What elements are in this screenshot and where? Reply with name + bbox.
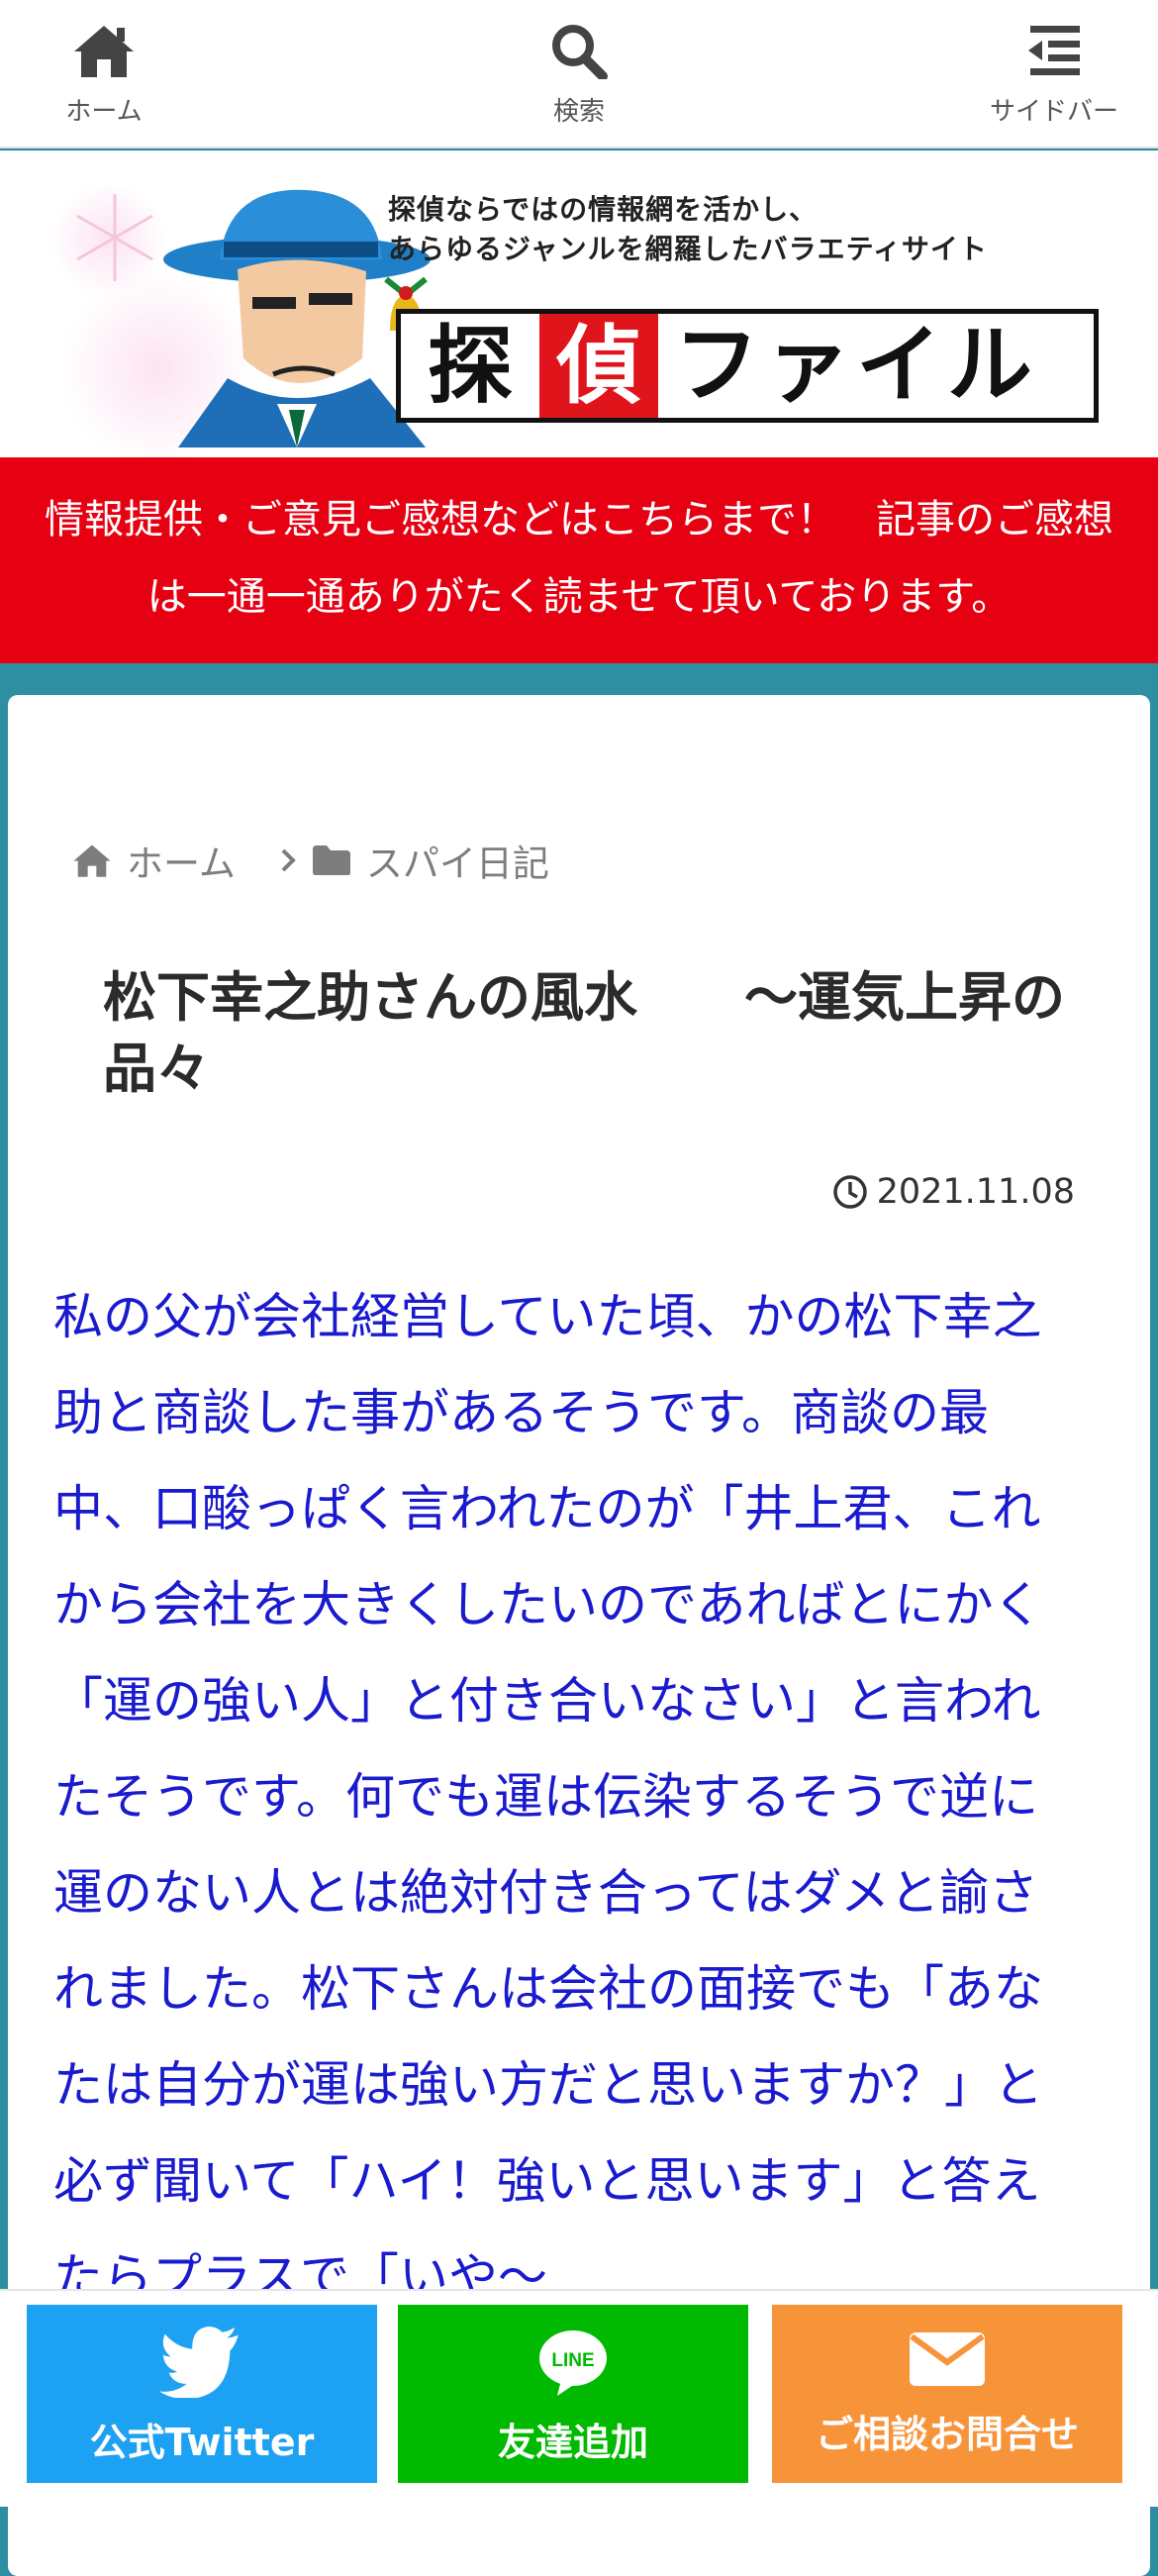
chevron-right-icon bbox=[281, 848, 296, 872]
top-navigation: ホーム 検索 サイドバー bbox=[0, 0, 1158, 149]
nav-search-button[interactable]: 検索 bbox=[515, 0, 643, 149]
line-icon-text: LINE bbox=[551, 2350, 594, 2371]
snowflake-icon bbox=[76, 194, 153, 281]
site-logo[interactable]: 探 偵 ファイル bbox=[396, 309, 1099, 423]
breadcrumb-home-link[interactable]: ホーム bbox=[127, 834, 236, 887]
article-title: 松下幸之助さんの風水 ～運気上昇の品々 bbox=[103, 966, 1065, 1100]
nav-home-button[interactable]: ホーム bbox=[40, 0, 168, 149]
line-icon: LINE bbox=[539, 2330, 607, 2396]
twitter-bird-icon bbox=[159, 2327, 239, 2398]
site-tagline-line1: 探偵ならではの情報網を活かし、 bbox=[388, 193, 819, 226]
nav-sidebar-label: サイドバー bbox=[989, 97, 1118, 127]
search-icon bbox=[552, 25, 608, 79]
nav-home-label: ホーム bbox=[65, 97, 143, 127]
site-header-banner[interactable]: 探偵ならではの情報網を活かし、 あらゆるジャンルを網羅したバラエティサイト 探 … bbox=[0, 150, 1158, 467]
clock-icon bbox=[832, 1175, 867, 1209]
article-body-paragraph: 私の父が会社経営していた頃、かの松下幸之助と商談した事があるそうです。商談の最中… bbox=[53, 1288, 1043, 2306]
notice-text: 情報提供・ご意見ご感想などはこちらまで！ 記事のご感想は一通一通ありがたく読ませ… bbox=[45, 497, 1113, 620]
bottom-cta-bar: 公式Twitter LINE 友達追加 ご相談お問合せ bbox=[0, 2289, 1158, 2507]
publish-date-text: 2021.11.08 bbox=[876, 1172, 1075, 1212]
home-icon bbox=[74, 26, 134, 77]
nav-sidebar-button[interactable]: サイドバー bbox=[970, 0, 1138, 149]
logo-char-tan: 探 bbox=[428, 316, 513, 416]
contact-notice-banner[interactable]: 情報提供・ご意見ご感想などはこちらまで！ 記事のご感想は一通一通ありがたく読ませ… bbox=[0, 457, 1158, 663]
logo-text-file: ファイル bbox=[674, 316, 1038, 415]
line-button-label: 友達追加 bbox=[497, 2421, 648, 2464]
breadcrumb-category-link[interactable]: スパイ日記 bbox=[366, 834, 549, 887]
contact-button[interactable]: ご相談お問合せ bbox=[772, 2305, 1122, 2483]
breadcrumb: ホーム スパイ日記 bbox=[71, 834, 549, 887]
publish-date: 2021.11.08 bbox=[831, 1172, 1075, 1212]
logo-char-tei: 偵 bbox=[539, 314, 658, 418]
home-icon bbox=[73, 844, 111, 877]
envelope-icon bbox=[910, 2332, 985, 2386]
folder-icon bbox=[312, 845, 350, 875]
sidebar-menu-icon bbox=[1028, 26, 1080, 75]
nav-search-label: 検索 bbox=[552, 97, 605, 127]
twitter-follow-button[interactable]: 公式Twitter bbox=[27, 2305, 377, 2483]
contact-button-label: ご相談お問合せ bbox=[815, 2413, 1079, 2456]
twitter-button-label: 公式Twitter bbox=[89, 2421, 315, 2464]
line-add-friend-button[interactable]: LINE 友達追加 bbox=[398, 2305, 748, 2483]
site-tagline-line2: あらゆるジャンルを網羅したバラエティサイト bbox=[388, 233, 988, 265]
